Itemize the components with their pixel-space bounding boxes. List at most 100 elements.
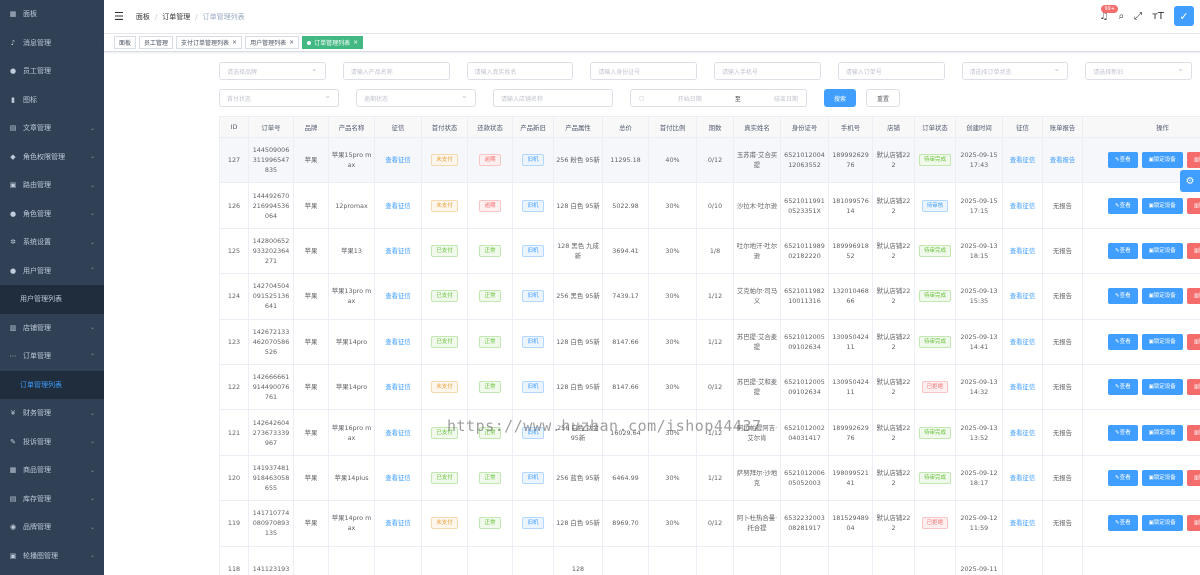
delete-button[interactable]: ▥ 删除 [1186, 379, 1200, 396]
table-row[interactable]: 127 144509006311996547835 苹果 苹果15pro max 查看征… [219, 136, 1200, 184]
table-row[interactable]: 119 141710774080970893135 苹果 苹果14pro max 查看征… [219, 500, 1200, 547]
fullscreen-icon[interactable]: ⤢ [1134, 11, 1142, 22]
table-row[interactable]: 121 142642604273673339967 苹果 苹果16pro max 查看征… [219, 409, 1200, 456]
sidebar-item[interactable]: ▥ 店铺管理 ⌄ [0, 314, 104, 343]
date-range-picker[interactable]: ▢ 开始日期 至 结束日期 [630, 89, 807, 107]
hamburger-icon[interactable]: ☰ [114, 10, 124, 23]
table-row[interactable]: 126 144492670216994536064 苹果 12promax 查看征信 未支… [219, 182, 1200, 229]
lock-device-button[interactable]: ▣ 锁定设备 [1141, 288, 1183, 305]
filter-select[interactable]: 请选择新旧 [1085, 62, 1192, 80]
table-row[interactable]: 124 142704504091525136641 苹果 苹果13pro max 查看征… [219, 273, 1200, 320]
view-button[interactable]: ✎ 查看 [1107, 424, 1138, 441]
sidebar-item[interactable]: ✲ 系统设置 ⌄ [0, 228, 104, 257]
lock-device-button[interactable]: ▣ 锁定设备 [1141, 469, 1183, 486]
view-credit-link[interactable]: 查看征信 [385, 247, 411, 255]
tag-item[interactable]: 订单管理列表 × [302, 36, 364, 49]
sidebar-item[interactable]: ▣ 轮播图管理 ⌄ [0, 542, 104, 571]
sidebar-item[interactable]: ¥ 财务管理 ⌄ [0, 399, 104, 428]
view-credit-link[interactable]: 查看征信 [1010, 474, 1036, 482]
filter-input[interactable]: 请输入产品名称 [342, 62, 450, 80]
close-icon[interactable]: × [353, 39, 358, 46]
breadcrumb-item[interactable]: 订单管理 [162, 12, 190, 22]
lock-device-button[interactable]: ▣ 锁定设备 [1141, 424, 1183, 441]
view-credit-link[interactable]: 查看征信 [1010, 202, 1036, 210]
view-button[interactable]: ✎ 查看 [1107, 333, 1138, 350]
delete-button[interactable]: ▥ 删除 [1186, 333, 1200, 350]
sidebar-item[interactable]: ◆ 角色权限管理 ⌄ [0, 143, 104, 172]
filter-select[interactable]: 逾期状态 [356, 89, 476, 107]
sidebar-item[interactable]: ▤ 库存管理 ⌄ [0, 485, 104, 514]
lock-device-button[interactable]: ▣ 锁定设备 [1141, 333, 1183, 350]
lock-device-button[interactable]: ▣ 锁定设备 [1141, 152, 1183, 169]
view-credit-link[interactable]: 查看征信 [1010, 247, 1036, 255]
delete-button[interactable]: ▥ 删除 [1186, 242, 1200, 259]
view-credit-link[interactable]: 查看征信 [385, 429, 411, 437]
table-row[interactable]: 125 142800652933202364271 苹果 苹果13 查看征信 已支付 正常 旧… [219, 227, 1200, 275]
close-icon[interactable]: × [232, 39, 237, 46]
view-credit-link[interactable]: 查看征信 [385, 383, 411, 391]
view-button[interactable]: ✎ 查看 [1107, 152, 1138, 169]
breadcrumb-item[interactable]: 面板 [136, 12, 150, 22]
tag-item[interactable]: 支付订单管理列表 × [176, 36, 243, 49]
sidebar-item[interactable]: ▮ 图标 [0, 86, 104, 115]
view-button[interactable]: ✎ 查看 [1107, 379, 1138, 396]
sidebar-item[interactable]: ▦ 面板 [0, 0, 104, 29]
sidebar-subitem[interactable]: 用户管理列表 [0, 285, 104, 314]
delete-button[interactable]: ▥ 删除 [1186, 288, 1200, 305]
view-credit-link[interactable]: 查看征信 [385, 519, 411, 527]
sidebar-item[interactable]: ▦ 商品管理 ⌄ [0, 456, 104, 485]
sidebar-item[interactable]: ● 用户管理 ⌃ [0, 257, 104, 286]
reset-button[interactable]: 重置 [866, 89, 901, 107]
close-icon[interactable]: × [289, 39, 294, 46]
settings-gear-icon[interactable]: ⚙ [1180, 170, 1200, 192]
delete-button[interactable]: ▥ 删除 [1186, 515, 1200, 532]
delete-button[interactable]: ▥ 删除 [1186, 197, 1200, 214]
lock-device-button[interactable]: ▣ 锁定设备 [1141, 197, 1183, 214]
table-row[interactable]: 118 141123193 128 2025-09-11 [219, 545, 1200, 575]
sidebar-item[interactable]: ● 员工管理 [0, 57, 104, 86]
view-credit-link[interactable]: 查看征信 [385, 292, 411, 300]
sidebar-item[interactable]: ▤ 文章管理 ⌄ [0, 114, 104, 143]
delete-button[interactable]: ▥ 删除 [1186, 152, 1200, 169]
view-credit-link[interactable]: 查看征信 [1010, 383, 1036, 391]
lock-device-button[interactable]: ▣ 锁定设备 [1141, 379, 1183, 396]
filter-input[interactable]: 请输入手机号 [714, 62, 821, 80]
search-button[interactable]: 搜索 [824, 89, 857, 107]
view-button[interactable]: ✎ 查看 [1107, 288, 1138, 305]
sidebar-item[interactable]: ⋯ 订单管理 ⌃ [0, 342, 104, 371]
filter-select[interactable]: 首付状态 [219, 89, 339, 107]
sidebar-item[interactable]: ● 角色管理 ⌄ [0, 200, 104, 229]
delete-button[interactable]: ▥ 删除 [1186, 424, 1200, 441]
delete-button[interactable]: ▥ 删除 [1186, 469, 1200, 486]
view-credit-link[interactable]: 查看征信 [1010, 156, 1036, 164]
sidebar-item[interactable]: ♪ 消息管理 [0, 29, 104, 58]
sidebar-item[interactable]: ▣ 路由管理 ⌄ [0, 171, 104, 200]
view-credit-link[interactable]: 查看征信 [1010, 292, 1036, 300]
view-credit-link[interactable]: 查看征信 [385, 202, 411, 210]
filter-select[interactable]: 请选择品牌 [219, 62, 326, 80]
view-credit-link[interactable]: 查看征信 [1010, 338, 1036, 346]
view-credit-link[interactable]: 查看征信 [385, 156, 411, 164]
view-credit-link[interactable]: 查看征信 [1010, 429, 1036, 437]
sidebar-subitem[interactable]: 订单管理列表 [0, 370, 104, 399]
filter-input[interactable]: 请输入真实姓名 [466, 62, 574, 80]
view-credit-link[interactable]: 查看征信 [385, 474, 411, 482]
view-button[interactable]: ✎ 查看 [1107, 197, 1138, 214]
lock-device-button[interactable]: ▣ 锁定设备 [1141, 242, 1183, 259]
search-icon[interactable]: ⌕ [1118, 11, 1124, 22]
view-credit-link[interactable]: 查看征信 [1010, 519, 1036, 527]
filter-input[interactable]: 请输入店铺名称 [493, 89, 613, 107]
sidebar-item[interactable]: ◉ 品牌管理 ⌄ [0, 513, 104, 542]
tag-item[interactable]: 用户管理列表 × [245, 36, 300, 49]
view-button[interactable]: ✎ 查看 [1107, 515, 1138, 532]
lock-device-button[interactable]: ▣ 锁定设备 [1141, 515, 1183, 532]
avatar[interactable]: ✓ [1174, 6, 1194, 26]
view-button[interactable]: ✎ 查看 [1107, 469, 1138, 486]
table-row[interactable]: 123 142672133462070586526 苹果 苹果14pro 查看征信 已支付… [219, 318, 1200, 365]
view-credit-link[interactable]: 查看征信 [385, 338, 411, 346]
view-button[interactable]: ✎ 查看 [1107, 242, 1138, 259]
filter-input[interactable]: 请输入身份证号 [590, 62, 697, 80]
tag-item[interactable]: 员工管理 [139, 36, 174, 49]
table-row[interactable]: 120 141937481918463058655 苹果 苹果14plus 查看征信 已支… [219, 454, 1200, 502]
bell-icon[interactable]: ♫ 99+ [1099, 4, 1119, 22]
